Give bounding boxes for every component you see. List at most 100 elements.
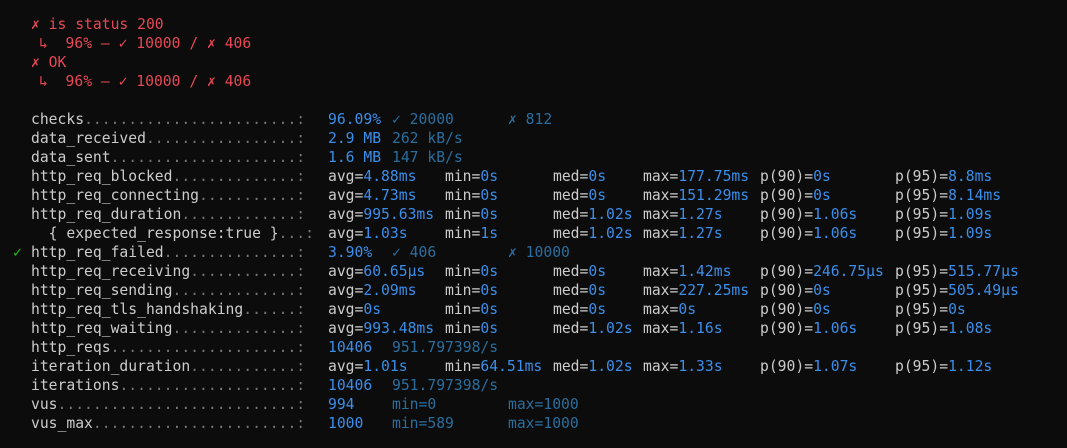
stat-label: p(95)=: [895, 168, 949, 185]
metric-value: 96.09%: [328, 111, 382, 128]
gauge-max: max=1000: [508, 396, 579, 413]
stat-p90: p(90)=0s: [760, 300, 831, 319]
stat-value: 0s: [948, 301, 966, 318]
stat-value: 0s: [813, 187, 831, 204]
stat-label: avg=: [328, 263, 364, 280]
stat-p95: p(95)=1.08s: [895, 319, 992, 338]
metric-row: vus_max.......................: 1000 min=5…: [0, 414, 1067, 433]
stat-value: 0s: [588, 187, 607, 204]
leader-dots: ....................:: [119, 377, 306, 394]
stat-value: 0s: [480, 282, 499, 299]
metric-name: vus_max.......................:: [31, 415, 306, 432]
gauge-max: max=1000: [508, 415, 579, 432]
stat-p90: p(90)=0s: [760, 281, 831, 300]
stat-max: max=1.42ms: [643, 262, 731, 281]
stat-med: med=1.02s: [553, 205, 633, 224]
stat-min: min=0s: [445, 167, 498, 186]
metric-value: 3.90%: [328, 244, 373, 261]
stat-label: avg=: [328, 206, 364, 223]
stat-label: p(95)=: [895, 206, 949, 223]
metric-name: http_req_connecting...........:: [31, 187, 306, 204]
stat-value: 1.06s: [813, 320, 858, 337]
stat-label: p(95)=: [895, 320, 949, 337]
stat-value: 995.63ms: [363, 206, 435, 223]
leader-dots: ..............:: [172, 282, 306, 299]
metric-row: http_req_waiting..............: avg=993.4…: [0, 319, 1067, 338]
stat-value: 8.8ms: [948, 168, 993, 185]
stat-label: max=: [643, 187, 679, 204]
stat-value: 1.02s: [588, 225, 633, 242]
stat-label: max=: [643, 168, 679, 185]
stat-value: 505.49µs: [948, 282, 1019, 299]
stat-value: 1.09s: [948, 206, 993, 223]
metric-name: http_req_sending..............:: [31, 282, 306, 299]
stat-med: med=0s: [553, 186, 606, 205]
metric-secondary: 147 kB/s: [392, 149, 463, 166]
metric-row: http_req_connecting...........: avg=4.73m…: [0, 186, 1067, 205]
stat-label: max=: [643, 320, 679, 337]
metric-name: { expected_response:true }...:: [31, 225, 314, 242]
stat-label: p(90)=: [760, 301, 814, 318]
metric-name: http_req_blocked..............:: [31, 168, 306, 185]
stat-label: p(95)=: [895, 187, 949, 204]
stat-value: 1.02s: [588, 206, 633, 223]
metric-name: http_req_duration.............:: [31, 206, 306, 223]
stat-label: avg=: [328, 187, 364, 204]
leader-dots: .....................:: [110, 339, 306, 356]
leader-dots: .............:: [181, 206, 306, 223]
leader-dots: ............:: [190, 358, 306, 375]
stat-label: med=: [553, 206, 589, 223]
metric-secondary: ✓ 406: [392, 244, 437, 261]
stat-max: max=1.27s: [643, 224, 723, 243]
metric-name: http_req_receiving............:: [31, 263, 306, 280]
stat-avg: avg=2.09ms: [328, 281, 416, 300]
metric-row: http_req_sending..............: avg=2.09m…: [0, 281, 1067, 300]
stat-label: max=: [643, 206, 679, 223]
stat-label: avg=: [328, 358, 364, 375]
metric-name: data_sent.....................:: [31, 149, 306, 166]
stat-value: 1.06s: [813, 225, 858, 242]
stat-value: 0s: [588, 301, 607, 318]
stat-value: 1.02s: [588, 320, 633, 337]
stat-value: 227.25ms: [678, 282, 750, 299]
failed-check-title: ✗ OK: [0, 53, 1067, 72]
metric-name: http_req_tls_handshaking......:: [31, 301, 306, 318]
stat-label: avg=: [328, 225, 364, 242]
stat-label: avg=: [328, 320, 364, 337]
check-detail-text: ↳ 96% — ✓ 10000 / ✗ 406: [39, 35, 252, 52]
metric-name: vus...........................:: [31, 396, 306, 413]
threshold-pass-icon: ✓: [13, 244, 22, 261]
terminal-window: ✗ is status 200 ↳ 96% — ✓ 10000 / ✗ 406 ✗ …: [0, 0, 1067, 448]
metric-name: checks........................:: [31, 111, 306, 128]
stat-value: 2.09ms: [363, 282, 417, 299]
metric-value: 2.9 MB: [328, 130, 382, 147]
metric-row: iterations....................: 10406 951.…: [0, 376, 1067, 395]
stat-label: p(90)=: [760, 263, 814, 280]
stat-label: min=: [445, 301, 481, 318]
check-title-text: ✗ is status 200: [31, 16, 164, 33]
stat-value: 0s: [480, 320, 499, 337]
stat-avg: avg=60.65µs: [328, 262, 425, 281]
stat-label: p(90)=: [760, 187, 814, 204]
metric-value: 1000: [328, 415, 364, 432]
stat-max: max=0s: [643, 300, 696, 319]
leader-dots: ...............:: [163, 244, 306, 261]
failed-check-detail: ↳ 96% — ✓ 10000 / ✗ 406: [0, 72, 1067, 91]
stat-value: 1.42ms: [678, 263, 732, 280]
stat-value: 0s: [813, 282, 831, 299]
metric-rate: 951.797398/s: [392, 377, 499, 394]
metric-secondary: 262 kB/s: [392, 130, 463, 147]
stat-p90: p(90)=1.06s: [760, 224, 857, 243]
stat-max: max=1.33s: [643, 357, 723, 376]
metric-name: iterations....................:: [31, 377, 306, 394]
metric-tertiary: ✗ 10000: [508, 244, 570, 261]
stat-label: min=: [445, 187, 481, 204]
metric-row: http_req_blocked..............: avg=4.88m…: [0, 167, 1067, 186]
stat-label: med=: [553, 358, 589, 375]
stat-value: 1.09s: [948, 225, 993, 242]
leader-dots: ............:: [190, 263, 306, 280]
metric-name: http_reqs.....................:: [31, 339, 306, 356]
stat-label: med=: [553, 282, 589, 299]
metric-value: 994: [328, 396, 355, 413]
stat-p95: p(95)=8.8ms: [895, 167, 992, 186]
